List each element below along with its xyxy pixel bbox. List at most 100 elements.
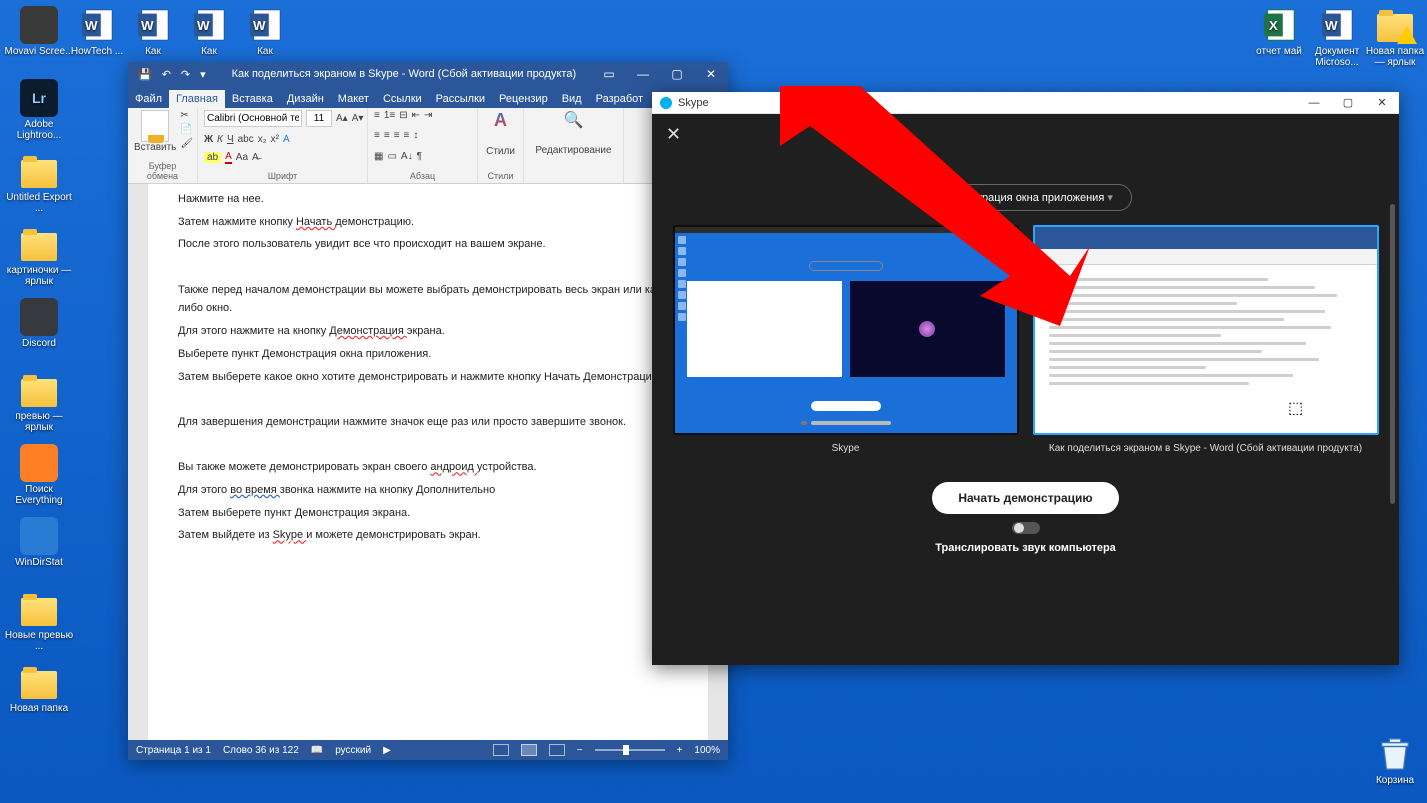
desktop-icon[interactable]: картиночки — ярлык bbox=[4, 225, 74, 287]
italic-btn[interactable]: К bbox=[217, 134, 223, 145]
shading-btn[interactable]: ▦ bbox=[374, 151, 383, 162]
show-marks-btn[interactable]: ¶ bbox=[417, 151, 422, 162]
tab-references[interactable]: Ссылки bbox=[376, 90, 429, 108]
shrink-font-icon[interactable]: A▾ bbox=[352, 113, 364, 124]
bold-btn[interactable]: Ж bbox=[204, 134, 213, 145]
spell-icon[interactable]: 📖 bbox=[311, 745, 323, 756]
macro-icon[interactable]: ▶ bbox=[383, 745, 391, 756]
desktop-icon[interactable]: превью — ярлык bbox=[4, 371, 74, 433]
align-right-btn[interactable]: ≡ bbox=[394, 130, 400, 141]
word-close-btn[interactable]: ✕ bbox=[694, 67, 728, 81]
tab-review[interactable]: Рецензир bbox=[492, 90, 555, 108]
desktop-icon[interactable]: Untitled Export ... bbox=[4, 152, 74, 214]
align-left-btn[interactable]: ≡ bbox=[374, 130, 380, 141]
desktop-icon[interactable]: Новая папка bbox=[4, 663, 74, 714]
desktop-icon[interactable]: LrAdobe Lightroo... bbox=[4, 79, 74, 141]
grow-font-icon[interactable]: A▴ bbox=[336, 113, 348, 124]
recycle-bin[interactable]: Корзина bbox=[1360, 735, 1427, 786]
multilevel-btn[interactable]: ⊟ bbox=[399, 110, 407, 121]
desktop-icon[interactable]: WКак bbox=[230, 6, 300, 57]
tab-insert[interactable]: Вставка bbox=[225, 90, 280, 108]
zoom-level[interactable]: 100% bbox=[694, 745, 720, 756]
superscript-btn[interactable]: x² bbox=[271, 134, 279, 145]
font-select[interactable] bbox=[204, 110, 302, 127]
tab-home[interactable]: Главная bbox=[169, 90, 225, 108]
zoom-out-btn[interactable]: − bbox=[577, 745, 583, 756]
print-layout-icon[interactable] bbox=[521, 744, 537, 756]
desktop-icon-label: превью — ярлык bbox=[4, 411, 74, 433]
share-thumb-word[interactable]: Как поделиться экраном в Skype - Word (С… bbox=[1033, 225, 1379, 454]
word-maximize-btn[interactable]: ▢ bbox=[660, 67, 694, 81]
page-count[interactable]: Страница 1 из 1 bbox=[136, 745, 211, 756]
desktop-icon[interactable]: WinDirStat bbox=[4, 517, 74, 568]
dec-indent-btn[interactable]: ⇤ bbox=[412, 110, 420, 121]
styles-icon[interactable]: A bbox=[494, 110, 507, 131]
start-sharing-button[interactable]: Начать демонстрацию bbox=[932, 482, 1118, 514]
change-case-btn[interactable]: Aa bbox=[236, 152, 248, 163]
bullets-btn[interactable]: ≡ bbox=[374, 110, 380, 121]
highlight-btn[interactable]: ab bbox=[204, 152, 221, 163]
desktop-icon[interactable]: Discord bbox=[4, 298, 74, 349]
align-center-btn[interactable]: ≡ bbox=[384, 130, 390, 141]
skype-share-panel: ✕ Демонстрация окна приложения Skype bbox=[652, 114, 1399, 665]
justify-btn[interactable]: ≡ bbox=[404, 130, 410, 141]
ribbon-opts-icon[interactable]: ▭ bbox=[592, 67, 626, 81]
scrollbar[interactable] bbox=[1390, 204, 1395, 504]
copy-icon[interactable]: 📄 bbox=[180, 124, 193, 135]
language-status[interactable]: русский bbox=[335, 745, 371, 756]
zoom-in-btn[interactable]: + bbox=[677, 745, 683, 756]
tab-file[interactable]: Файл bbox=[128, 90, 169, 108]
share-mode-dropdown[interactable]: Демонстрация окна приложения bbox=[919, 184, 1132, 211]
word-title-text: Как поделиться экраном в Skype - Word (С… bbox=[216, 68, 592, 80]
skype-minimize-btn[interactable]: ― bbox=[1297, 92, 1331, 114]
font-color-btn[interactable]: A bbox=[225, 151, 232, 164]
thumb-caption: Skype bbox=[673, 443, 1019, 454]
skype-titlebar[interactable]: Skype ― ▢ ✕ bbox=[652, 92, 1399, 114]
word-titlebar[interactable]: 💾 ↶ ↷ ▾ Как поделиться экраном в Skype -… bbox=[128, 62, 728, 86]
subscript-btn[interactable]: x₂ bbox=[258, 134, 267, 145]
tab-layout[interactable]: Макет bbox=[331, 90, 376, 108]
styles-group-label: Стили bbox=[488, 171, 514, 181]
desktop-icon[interactable]: Новые превью ... bbox=[4, 590, 74, 652]
numbering-btn[interactable]: 1≡ bbox=[384, 110, 395, 121]
text-effects-icon[interactable]: A bbox=[283, 134, 290, 145]
format-painter-icon[interactable]: 🖌 bbox=[180, 138, 193, 149]
svg-text:W: W bbox=[253, 18, 266, 33]
find-icon[interactable]: 🔍 bbox=[564, 110, 584, 130]
word-minimize-btn[interactable]: ― bbox=[626, 67, 660, 81]
font-size-select[interactable] bbox=[306, 110, 332, 127]
strike-btn[interactable]: abc bbox=[238, 134, 254, 145]
clear-format-btn[interactable]: A̶ bbox=[252, 152, 259, 163]
share-thumb-skype[interactable]: Skype bbox=[673, 225, 1019, 454]
skype-maximize-btn[interactable]: ▢ bbox=[1331, 92, 1365, 114]
styles-btn[interactable]: Стили bbox=[486, 146, 515, 157]
audio-toggle[interactable] bbox=[1012, 522, 1040, 534]
tab-view[interactable]: Вид bbox=[555, 90, 589, 108]
panel-close-icon[interactable]: ✕ bbox=[666, 124, 681, 145]
tab-design[interactable]: Дизайн bbox=[280, 90, 331, 108]
desktop-icon[interactable]: Поиск Everything bbox=[4, 444, 74, 506]
sort-btn[interactable]: A↓ bbox=[401, 151, 413, 162]
tab-mailings[interactable]: Рассылки bbox=[429, 90, 492, 108]
recycle-label: Корзина bbox=[1360, 775, 1427, 786]
skype-close-btn[interactable]: ✕ bbox=[1365, 92, 1399, 114]
qat-dd-icon[interactable]: ▾ bbox=[200, 68, 206, 81]
doc-line: Затем выберете пункт Демонстрация экрана… bbox=[178, 504, 678, 523]
word-document-area[interactable]: Нажмите на нее. Затем нажмите кнопку Нач… bbox=[128, 184, 728, 740]
redo-icon[interactable]: ↷ bbox=[181, 68, 190, 81]
web-layout-icon[interactable] bbox=[549, 744, 565, 756]
word-count[interactable]: Слово 36 из 122 bbox=[223, 745, 299, 756]
tab-developer[interactable]: Разработ bbox=[589, 90, 650, 108]
word-statusbar: Страница 1 из 1 Слово 36 из 122 📖 русски… bbox=[128, 740, 728, 760]
desktop-icon[interactable]: Новая папка — ярлык bbox=[1360, 6, 1427, 68]
save-icon[interactable]: 💾 bbox=[138, 68, 152, 81]
underline-btn[interactable]: Ч bbox=[227, 134, 234, 145]
borders-btn[interactable]: ▭ bbox=[387, 151, 396, 162]
inc-indent-btn[interactable]: ⇥ bbox=[424, 110, 432, 121]
cut-icon[interactable]: ✂ bbox=[180, 110, 193, 121]
read-mode-icon[interactable] bbox=[493, 744, 509, 756]
undo-icon[interactable]: ↶ bbox=[162, 68, 171, 81]
zoom-slider[interactable] bbox=[595, 749, 665, 751]
paste-btn[interactable]: Вставить bbox=[134, 142, 176, 153]
line-spacing-btn[interactable]: ↕ bbox=[413, 130, 418, 141]
